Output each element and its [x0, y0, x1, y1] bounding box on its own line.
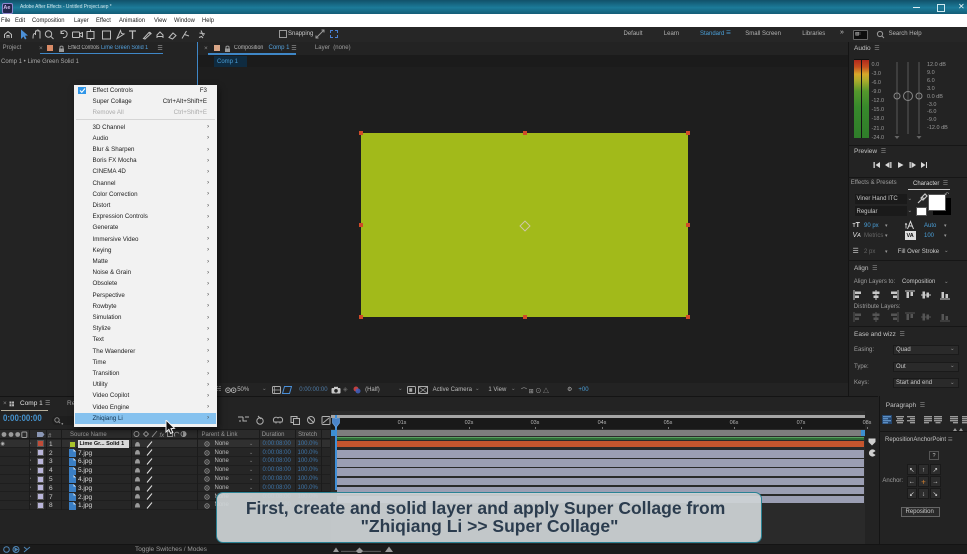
svg-text:#: # — [48, 433, 52, 438]
